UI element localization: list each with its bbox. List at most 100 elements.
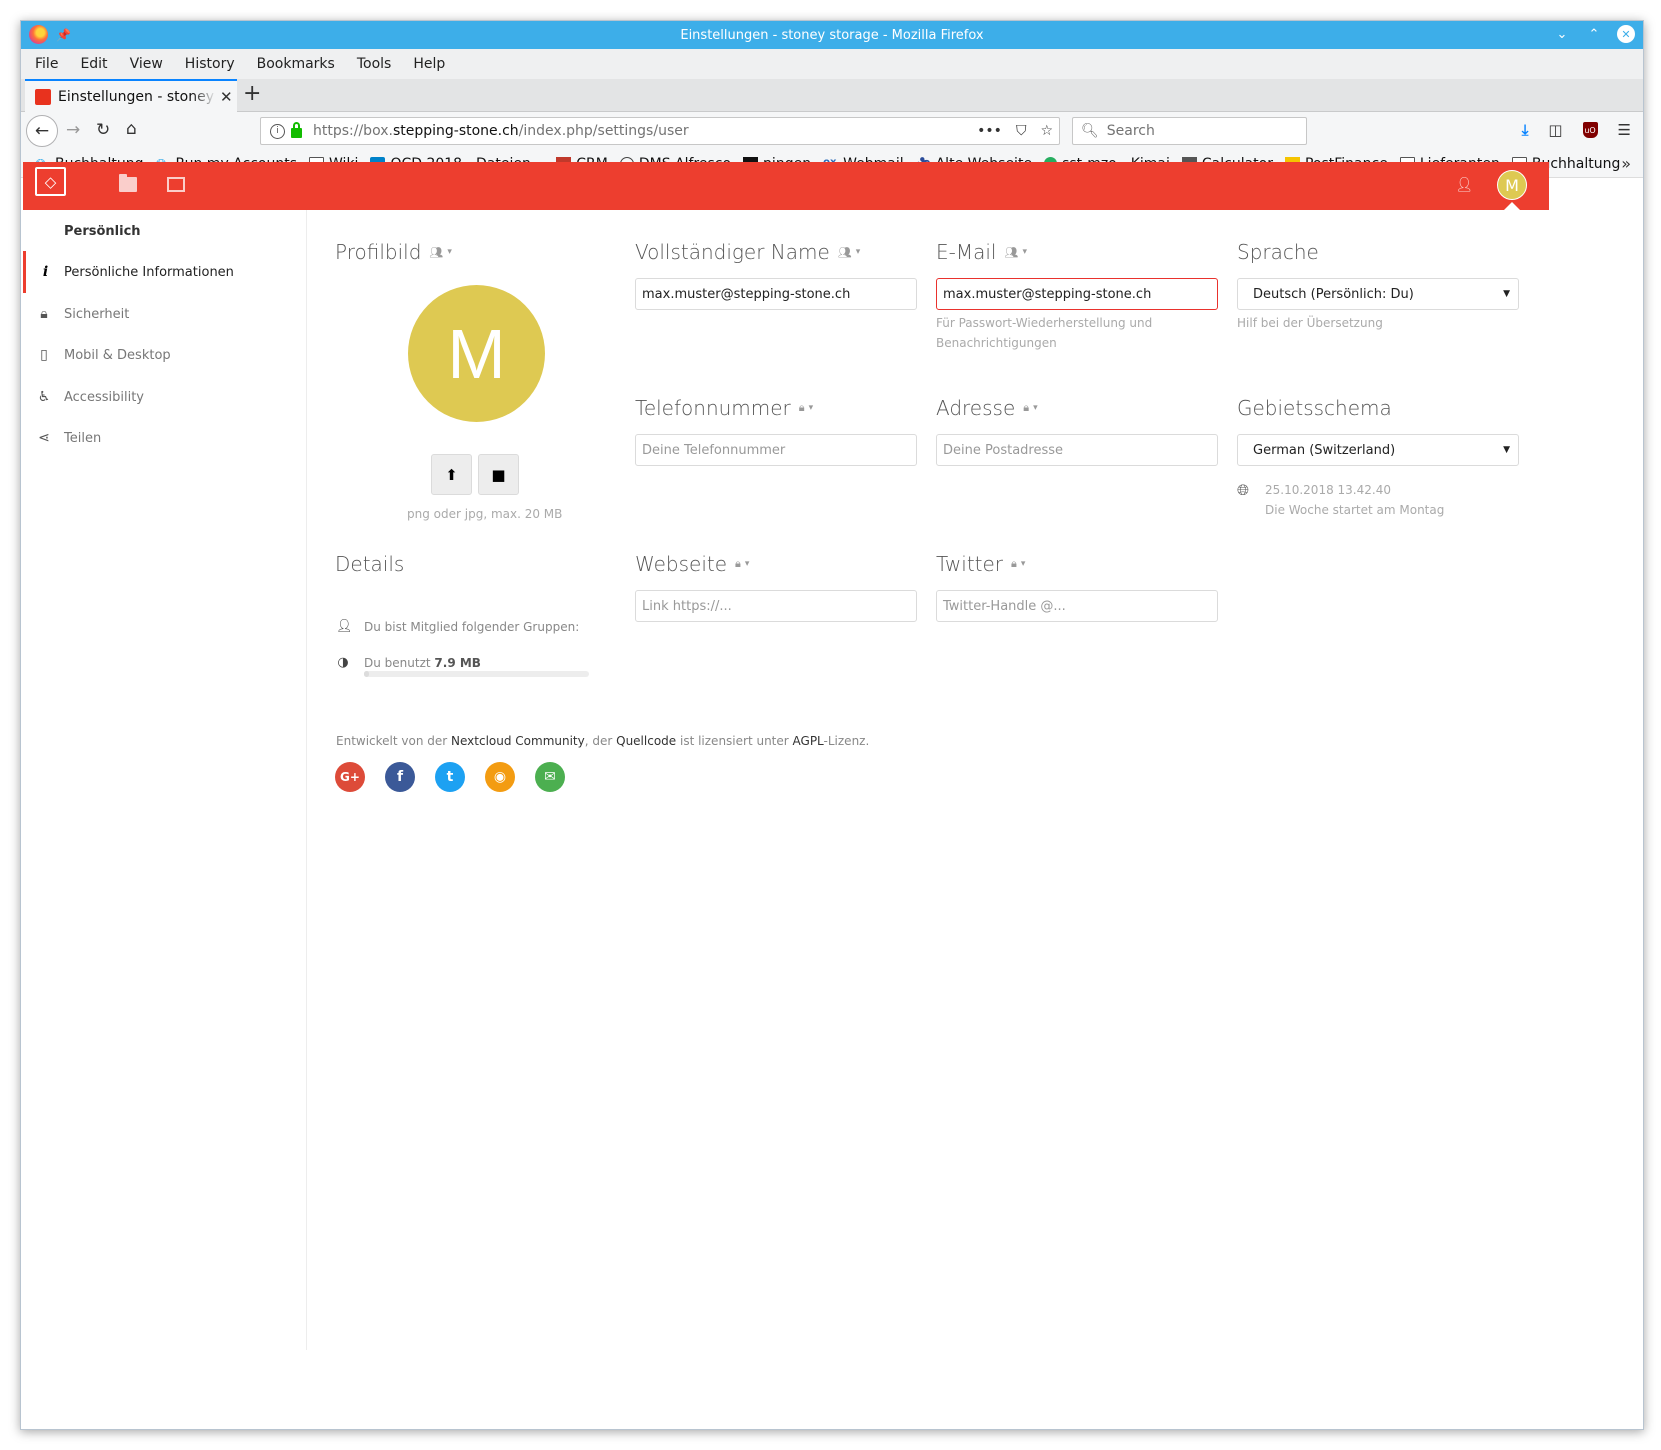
language-select[interactable]: Deutsch (Persönlich: Du) ▼ <box>1237 278 1519 310</box>
menu-tools[interactable]: Tools <box>357 56 392 72</box>
facebook-icon[interactable]: f <box>385 762 415 792</box>
pin-icon[interactable]: 📌 <box>56 28 71 42</box>
minimize-icon[interactable]: ⌄ <box>1553 25 1571 43</box>
lock-icon: 🔒︎ <box>40 306 48 322</box>
quota-value: 7.9 MB <box>434 655 481 670</box>
section-title-locale: Gebietsschema <box>1237 396 1392 420</box>
tab-strip: Einstellungen - stoney storage ✕ + <box>21 79 1643 112</box>
quota-row: ◑ Du benutzt 7.9 MB <box>337 655 481 670</box>
section-title-address: Adresse 🔒︎ ▾ <box>936 396 1038 420</box>
sidebar-toggle-icon[interactable]: ◫ <box>1548 121 1562 139</box>
site-info-icon[interactable]: i <box>270 123 285 139</box>
browser-window: 📌 Einstellungen - stoney storage - Mozil… <box>20 20 1644 1430</box>
section-title-twitter: Twitter 🔒︎ ▾ <box>936 552 1026 576</box>
menu-bookmarks[interactable]: Bookmarks <box>257 56 335 72</box>
tab-settings[interactable]: Einstellungen - stoney storage ✕ <box>25 79 237 112</box>
scope-private-lock-icon[interactable]: 🔒︎ ▾ <box>1011 557 1025 571</box>
accessibility-icon: ♿︎ <box>37 389 51 405</box>
share-icon: ⋖ <box>38 430 50 446</box>
sidebar-item-accessibility[interactable]: ♿︎ Accessibility <box>23 376 306 418</box>
bookmark-star-icon[interactable]: ☆ <box>1040 123 1053 139</box>
email-hint: Für Passwort-Wiederherstellung und Benac… <box>936 316 1153 350</box>
menu-file[interactable]: File <box>35 56 58 72</box>
nextcloud-header: ◇ 👤︎ M <box>23 162 1549 210</box>
agpl-link[interactable]: AGPL <box>793 734 824 748</box>
window-title: Einstellungen - stoney storage - Mozilla… <box>680 27 984 43</box>
sidebar-item-security[interactable]: 🔒︎ Sicherheit <box>23 293 306 335</box>
sidebar-item-mobile-desktop[interactable]: ▯ Mobil & Desktop <box>23 334 306 376</box>
website-field[interactable]: Link https://... <box>635 590 917 622</box>
page-actions-icon[interactable]: ••• <box>977 123 1002 139</box>
menu-caret <box>1504 202 1520 210</box>
maximize-icon[interactable]: ⌃ <box>1585 25 1603 43</box>
translation-help-link[interactable]: Hilf bei der Übersetzung <box>1237 313 1383 333</box>
scope-contacts-icon[interactable]: 👥︎ ▾ <box>838 246 861 259</box>
globe-icon: 🌐︎ <box>1237 481 1250 499</box>
firefox-logo-icon <box>29 25 48 44</box>
rss-icon[interactable]: ◉ <box>485 762 515 792</box>
scope-private-lock-icon[interactable]: 🔒︎ ▾ <box>1023 401 1037 415</box>
dropdown-arrow-icon: ▼ <box>1503 445 1510 455</box>
twitter-icon[interactable]: t <box>435 762 465 792</box>
menu-view[interactable]: View <box>130 56 163 72</box>
source-code-link[interactable]: Quellcode <box>616 734 676 748</box>
twitter-field[interactable]: Twitter-Handle @... <box>936 590 1218 622</box>
nextcloud-community-link[interactable]: Nextcloud Community <box>451 734 585 748</box>
sidebar-heading: Persönlich <box>64 224 141 239</box>
sidebar-item-personal-info[interactable]: i Persönliche Informationen <box>23 251 306 293</box>
ublock-icon[interactable]: uO <box>1582 122 1598 138</box>
scope-private-lock-icon[interactable]: 🔒︎ ▾ <box>799 401 813 415</box>
hamburger-menu-icon[interactable]: ☰ <box>1618 121 1631 139</box>
gallery-app-icon[interactable] <box>167 177 185 192</box>
scope-contacts-icon[interactable]: 👥︎ ▾ <box>1004 246 1027 259</box>
upload-avatar-button[interactable]: ⬆ <box>431 454 472 495</box>
phone-field[interactable]: Deine Telefonnummer <box>635 434 917 466</box>
displayname-field[interactable]: max.muster@stepping-stone.ch <box>635 278 917 310</box>
new-tab-icon[interactable]: + <box>243 81 261 106</box>
choose-avatar-from-files-button[interactable]: ■ <box>478 454 519 495</box>
url-text[interactable]: https://box.stepping-stone.ch/index.php/… <box>313 123 689 139</box>
email-field[interactable]: max.muster@stepping-stone.ch <box>936 278 1218 310</box>
upload-icon: ⬆ <box>445 465 458 484</box>
email-newsletter-icon[interactable]: ✉ <box>535 762 565 792</box>
folder-icon: ■ <box>491 465 506 484</box>
contacts-menu-icon[interactable]: 👤︎ <box>1455 177 1473 193</box>
nextcloud-logo-icon[interactable]: ◇ <box>35 167 66 196</box>
section-title-language: Sprache <box>1237 240 1319 264</box>
section-title-phone: Telefonnummer 🔒︎ ▾ <box>635 396 814 420</box>
tab-close-icon[interactable]: ✕ <box>220 88 233 106</box>
secure-lock-icon <box>291 122 302 138</box>
scope-private-lock-icon[interactable]: 🔒︎ ▾ <box>735 557 749 571</box>
url-bar[interactable]: i https://box.stepping-stone.ch/index.ph… <box>260 117 1060 145</box>
menu-help[interactable]: Help <box>413 56 445 72</box>
search-input[interactable]: 🔍︎ Search <box>1072 117 1307 145</box>
phone-icon: ▯ <box>40 347 48 363</box>
user-icon: 👤︎ <box>336 619 353 634</box>
back-arrow-icon[interactable]: ← <box>26 115 58 147</box>
menu-history[interactable]: History <box>185 56 235 72</box>
section-title-name: Vollständiger Name 👥︎ ▾ <box>635 240 861 264</box>
menu-edit[interactable]: Edit <box>80 56 107 72</box>
menu-bar: File Edit View History Bookmarks Tools H… <box>21 49 1643 79</box>
user-avatar[interactable]: M <box>1497 170 1527 200</box>
section-title-email: E-Mail 👥︎ ▾ <box>936 240 1027 264</box>
sidebar-item-sharing[interactable]: ⋖ Teilen <box>23 417 306 459</box>
google-plus-icon[interactable]: G+ <box>335 762 365 792</box>
scope-contacts-icon[interactable]: 👥︎ ▾ <box>429 246 452 259</box>
files-app-icon[interactable] <box>119 174 137 192</box>
download-icon[interactable]: ⤓ <box>1522 121 1529 139</box>
close-icon[interactable]: ✕ <box>1617 25 1635 43</box>
settings-sidebar: Persönlich i Persönliche Informationen 🔒… <box>23 210 307 1350</box>
pocket-icon[interactable]: ⛉ <box>1016 123 1027 139</box>
locale-select[interactable]: German (Switzerland) ▼ <box>1237 434 1519 466</box>
home-icon[interactable]: ⌂ <box>126 119 137 139</box>
personal-settings-content: Profilbild 👥︎ ▾ M ⬆ ■ png oder jpg, max. … <box>308 210 1548 1350</box>
reload-icon[interactable]: ↻ <box>96 120 110 140</box>
dropdown-arrow-icon: ▼ <box>1503 289 1510 299</box>
address-field[interactable]: Deine Postadresse <box>936 434 1218 466</box>
section-title-profilbild: Profilbild 👥︎ ▾ <box>335 240 452 264</box>
quota-progress-bar <box>364 671 589 677</box>
forward-arrow-icon[interactable]: → <box>66 120 80 140</box>
info-icon: i <box>42 264 49 280</box>
more-bookmarks-icon[interactable]: » <box>1621 154 1631 173</box>
